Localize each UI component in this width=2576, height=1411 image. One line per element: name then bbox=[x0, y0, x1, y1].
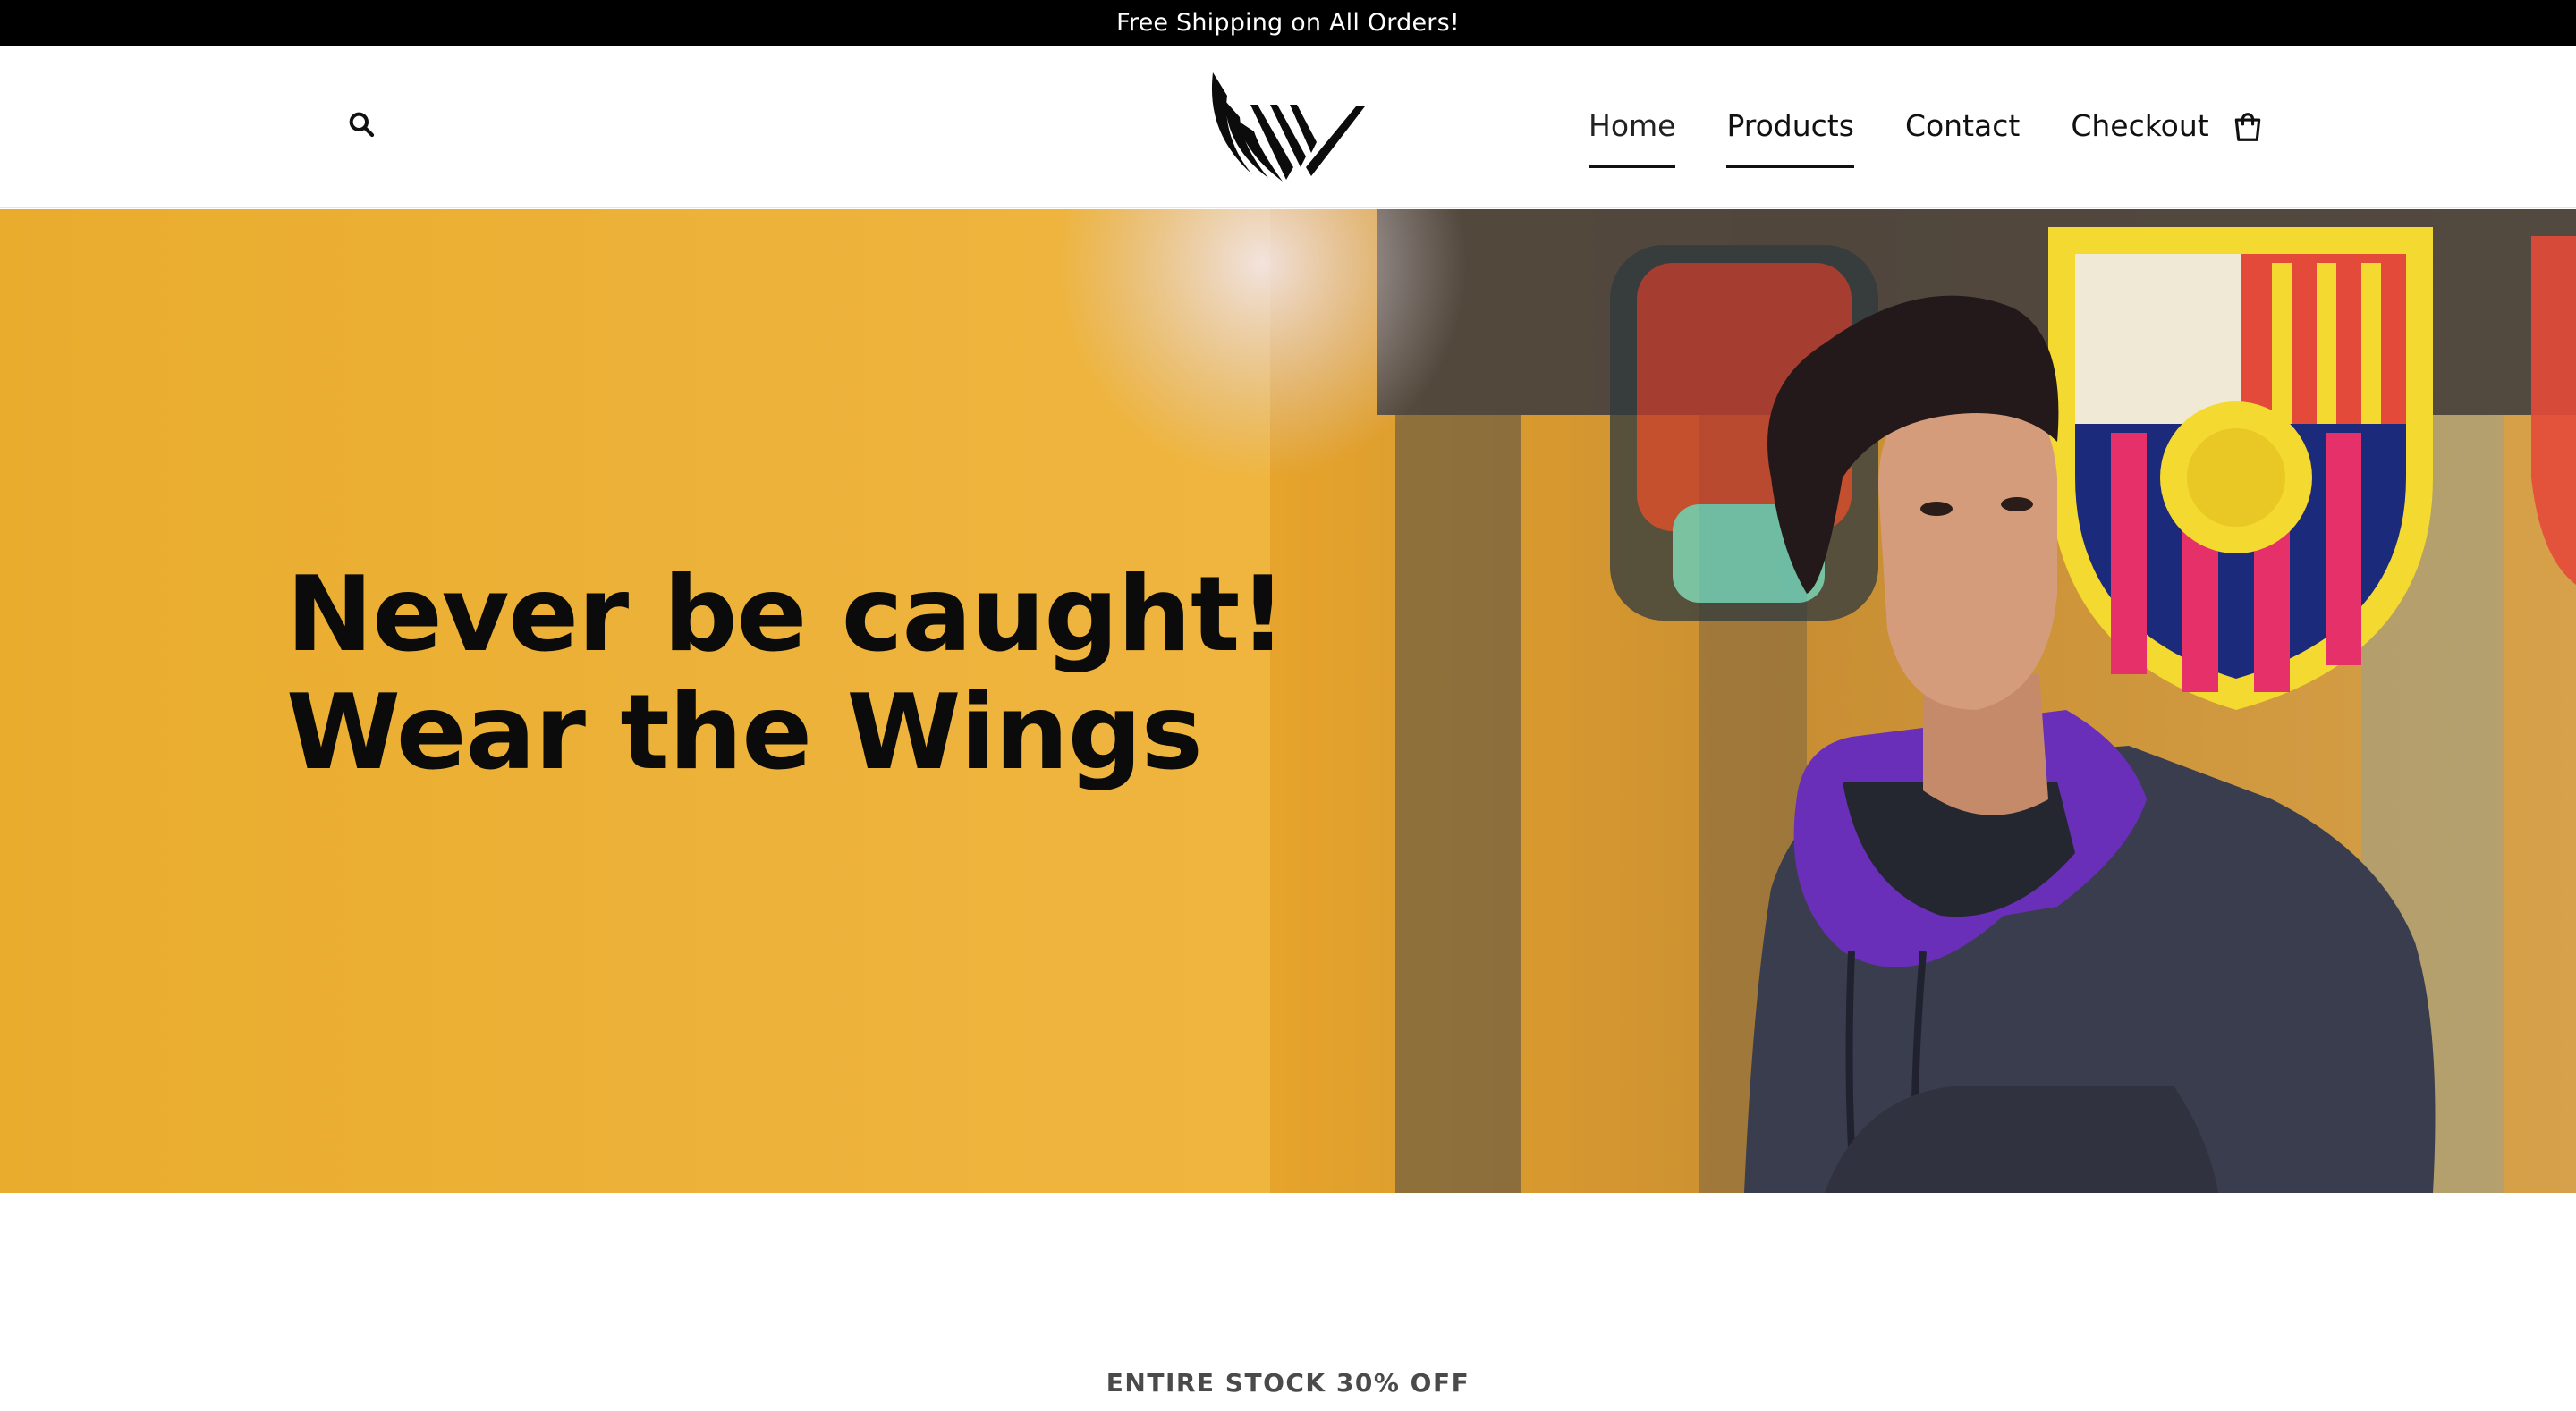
shopping-bag-icon bbox=[2234, 113, 2261, 141]
wings-logo bbox=[1211, 72, 1365, 182]
hero-headline: Never be caught! Wear the Wings bbox=[286, 554, 1286, 793]
cart-button[interactable] bbox=[2227, 106, 2268, 148]
hero-headline-line2: Wear the Wings bbox=[286, 672, 1203, 793]
announcement-bar: Free Shipping on All Orders! bbox=[0, 0, 2576, 46]
nav-item-home[interactable]: Home bbox=[1589, 108, 1676, 168]
search-button[interactable] bbox=[342, 105, 381, 144]
hero-banner: Never be caught! Wear the Wings bbox=[0, 209, 2576, 1193]
nav-item-contact[interactable]: Contact bbox=[1905, 108, 2020, 168]
announcement-text: Free Shipping on All Orders! bbox=[1116, 9, 1460, 37]
site-header: Home Products Contact Checkout bbox=[0, 46, 2576, 208]
nav-item-products[interactable]: Products bbox=[1726, 108, 1854, 168]
hero-headline-line1: Never be caught! bbox=[286, 554, 1286, 675]
main-nav: Home Products Contact Checkout bbox=[1589, 108, 2209, 168]
site-logo[interactable] bbox=[1206, 69, 1367, 187]
search-icon bbox=[349, 112, 375, 138]
promo-label: ENTIRE STOCK 30% OFF bbox=[1106, 1368, 1470, 1398]
nav-item-checkout[interactable]: Checkout bbox=[2071, 108, 2208, 168]
